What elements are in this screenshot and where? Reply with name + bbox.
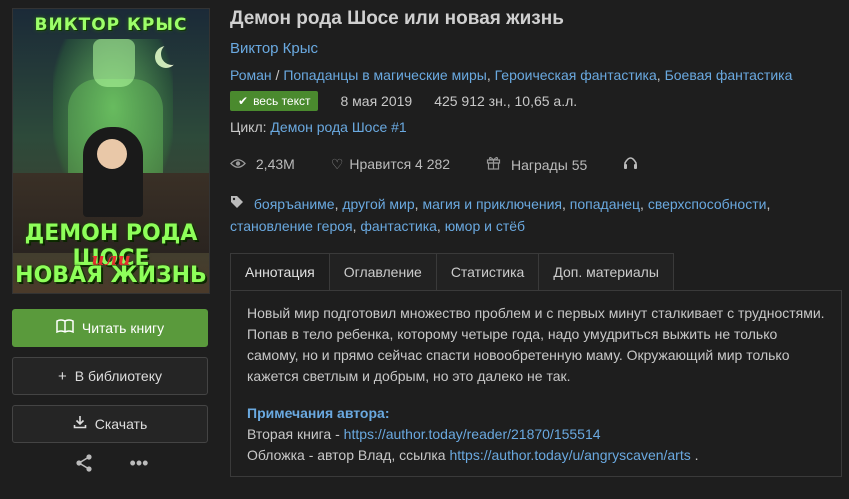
plus-icon: +: [57, 367, 67, 385]
download-icon: [73, 415, 87, 433]
tag-list: бояръаниме, другой мир, магия и приключе…: [230, 196, 771, 234]
download-label: Скачать: [94, 416, 148, 432]
awards-label: Награды: [510, 157, 568, 173]
cover-boy-face: [97, 139, 127, 169]
left-column: ВИКТОР КРЫС ДЕМОН РОДА ШОСЕ или НОВАЯ ЖИ…: [12, 8, 210, 478]
cover-artist-link[interactable]: https://author.today/u/angryscaven/arts: [449, 447, 690, 463]
read-book-label: Читать книгу: [81, 320, 165, 336]
book-tabs: Аннотация Оглавление Статистика Доп. мат…: [230, 253, 835, 290]
social-actions: •••: [12, 453, 210, 478]
tag-link[interactable]: сверхспособности: [648, 196, 767, 212]
likes-stat[interactable]: ♡ Нравится 4 282: [331, 156, 450, 173]
cycle-info: Цикл: Демон рода Шосе #1: [230, 119, 835, 135]
add-to-library-button[interactable]: + В библиотеку: [12, 357, 208, 395]
note-suffix: .: [690, 447, 699, 463]
cover-title-line3: НОВАЯ ЖИЗНЬ: [15, 263, 207, 288]
cycle-label: Цикл:: [230, 119, 267, 135]
read-book-button[interactable]: Читать книгу: [12, 309, 208, 347]
awards-stat[interactable]: Награды 55: [486, 155, 587, 173]
tab-statistics[interactable]: Статистика: [435, 253, 540, 290]
gift-icon: [486, 156, 505, 173]
genre-separator: /: [271, 67, 284, 83]
awards-count: 55: [571, 157, 588, 173]
book-author-link[interactable]: Виктор Крыс: [230, 40, 835, 57]
book-meta: ✔ весь текст 8 мая 2019 425 912 зн., 10,…: [230, 91, 835, 111]
book-size: 425 912 зн., 10,65 а.л.: [434, 93, 578, 109]
heart-icon: ♡: [330, 155, 344, 172]
more-options-icon[interactable]: •••: [130, 453, 149, 478]
likes-count: 4 282: [415, 155, 451, 172]
author-note-line: Вторая книга - https://author.today/read…: [247, 424, 825, 445]
author-notes-title: Примечания автора:: [247, 405, 390, 421]
book-open-icon: [56, 319, 74, 337]
tag-link[interactable]: становление героя: [230, 218, 353, 234]
annotation-panel: Новый мир подготовил множество проблем и…: [230, 290, 842, 477]
tag-icon: [230, 196, 248, 212]
genre-link[interactable]: Боевая фантастика: [665, 67, 793, 83]
download-button[interactable]: Скачать: [12, 405, 208, 443]
tag-link[interactable]: фантастика: [360, 218, 437, 234]
tag-link[interactable]: попаданец: [570, 196, 640, 212]
views-count: 2,43M: [255, 156, 295, 172]
book-info: Демон рода Шосе или новая жизнь Виктор К…: [230, 8, 842, 477]
tag-link[interactable]: юмор и стёб: [445, 218, 525, 234]
tag-link[interactable]: магия и приключения: [422, 196, 562, 212]
note-prefix: Вторая книга -: [247, 426, 344, 442]
cycle-link[interactable]: Демон рода Шосе #1: [270, 119, 406, 135]
status-badge: ✔ весь текст: [230, 91, 319, 111]
tag-link[interactable]: другой мир: [342, 196, 414, 212]
add-to-library-label: В библиотеку: [74, 368, 162, 384]
tab-extra-materials[interactable]: Доп. материалы: [538, 253, 674, 290]
book-stats: 2,43M ♡ Нравится 4 282 Награды 55: [230, 155, 835, 173]
status-badge-label: весь текст: [253, 94, 311, 108]
cover-helmet: [93, 39, 135, 87]
share-icon[interactable]: [74, 453, 94, 478]
book-title: Демон рода Шосе или новая жизнь: [230, 8, 564, 29]
check-icon: ✔: [238, 94, 249, 108]
eye-icon: [230, 156, 250, 172]
book-cover[interactable]: ВИКТОР КРЫС ДЕМОН РОДА ШОСЕ или НОВАЯ ЖИ…: [12, 8, 210, 294]
headphones-icon[interactable]: [623, 156, 638, 173]
views-stat: 2,43M: [230, 156, 295, 172]
genre-primary[interactable]: Роман: [230, 67, 272, 83]
tab-annotation[interactable]: Аннотация: [230, 253, 330, 290]
cover-author: ВИКТОР КРЫС: [34, 15, 188, 35]
publish-date: 8 мая 2019: [340, 93, 413, 109]
likes-label: Нравится: [349, 155, 412, 172]
second-book-link[interactable]: https://author.today/reader/21870/155514: [344, 426, 601, 442]
annotation-text: Новый мир подготовил множество проблем и…: [247, 305, 825, 384]
author-note-line: Обложка - автор Влад, ссылка https://aut…: [247, 445, 825, 466]
genre-list: Роман / Попаданцы в магические миры, Гер…: [230, 67, 793, 83]
note-prefix: Обложка - автор Влад, ссылка: [247, 447, 450, 463]
tab-contents[interactable]: Оглавление: [328, 253, 437, 290]
tag-link[interactable]: бояръаниме: [254, 196, 335, 212]
genre-link[interactable]: Героическая фантастика: [495, 67, 657, 83]
genre-link[interactable]: Попаданцы в магические миры: [283, 67, 487, 83]
